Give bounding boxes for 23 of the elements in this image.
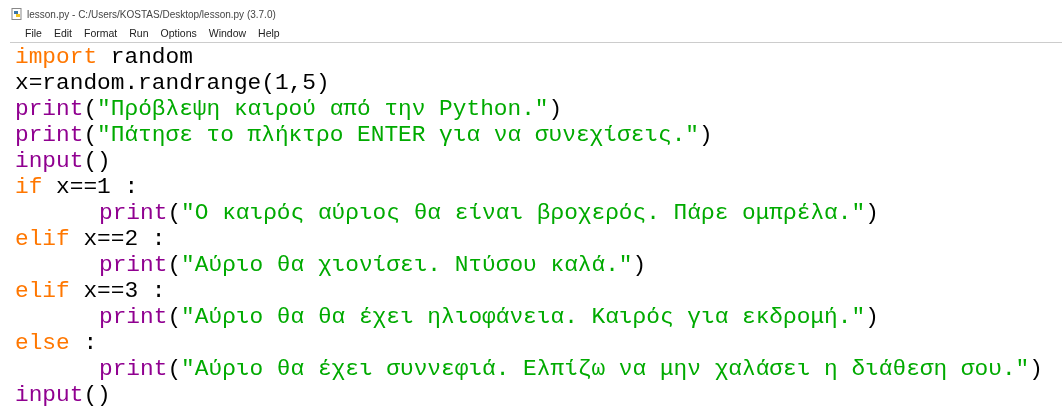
code-line: print("Αύριο θα χιονίσει. Ντύσου καλά.") xyxy=(99,252,647,278)
python-file-icon xyxy=(11,8,23,20)
code-line: print("Αύριο θα έχει συννεφιά. Ελπίζω να μην χαλάσει η διάθεση σου.") xyxy=(99,356,1043,382)
code-line: print("Αύριο θα θα έχει ηλιοφάνεια. Καιρός για εκδρομή.") xyxy=(99,304,879,330)
code-line: elif x==2 : xyxy=(15,226,166,252)
code-line: input() xyxy=(15,382,111,408)
code-line: x=random.randrange(1,5) xyxy=(15,70,330,96)
code-line: if x==1 : xyxy=(15,174,139,200)
code-line: input() xyxy=(15,148,111,174)
menu-item[interactable]: Window xyxy=(208,26,247,42)
code-line: print("Πάτησε το πλήκτρο ENTER για να συνεχίσεις.") xyxy=(15,122,713,148)
menu-item[interactable]: Edit xyxy=(53,26,72,42)
menu-item[interactable]: Help xyxy=(258,26,280,42)
code-line: else : xyxy=(15,330,98,356)
window-title: lesson.py - C:/Users/KOSTAS/Desktop/lesson.py (3.7.0) xyxy=(27,7,276,22)
menu-item[interactable]: Options xyxy=(160,26,197,42)
code-line: print("Πρόβλεψη καιρού από την Python.") xyxy=(15,96,563,122)
code-line: import random xyxy=(15,44,193,70)
menu-item[interactable]: File xyxy=(25,26,42,42)
menu-item[interactable]: Format xyxy=(84,26,118,42)
menu-item[interactable]: Run xyxy=(129,26,149,42)
code-line: elif x==3 : xyxy=(15,278,166,304)
code-line: print("Ο καιρός αύριος θα είναι βροχερός. Πάρε ομπρέλα.") xyxy=(99,200,879,226)
